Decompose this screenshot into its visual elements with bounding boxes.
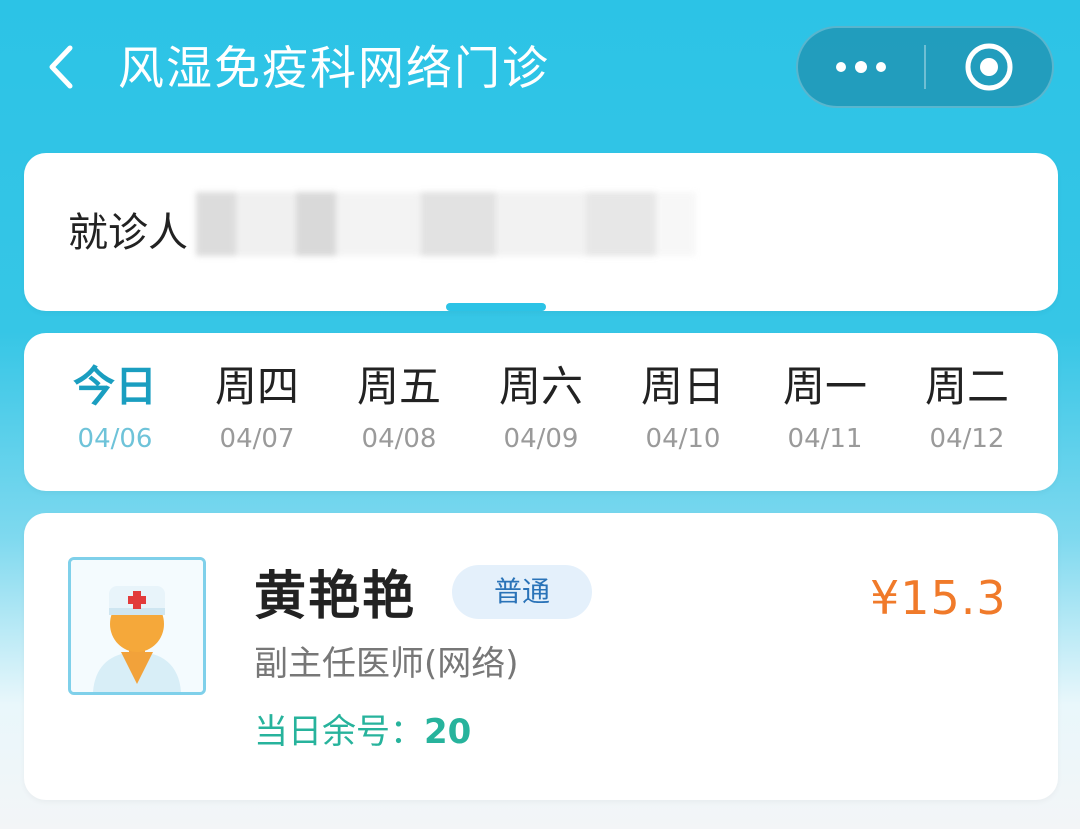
page-title: 风湿免疫科网络门诊 <box>118 41 550 95</box>
date-tab-tue[interactable]: 周二 04/12 <box>902 361 1032 459</box>
date-tab-date: 04/10 <box>645 424 721 454</box>
registration-type-badge: 普通 <box>452 565 592 619</box>
date-tab-day: 今日 <box>72 362 157 411</box>
date-tab-day: 周二 <box>924 362 1009 411</box>
date-tab-date: 04/09 <box>503 424 579 454</box>
date-tab-date: 04/12 <box>929 424 1005 454</box>
target-circle-icon <box>965 43 1013 91</box>
date-tab-sun[interactable]: 周日 04/10 <box>618 361 748 459</box>
mini-program-capsule <box>796 26 1054 108</box>
date-tab-day: 周日 <box>640 362 725 411</box>
date-tab-day: 周四 <box>214 362 299 411</box>
doctor-name: 黄艳艳 <box>254 567 417 627</box>
patient-label: 就诊人 <box>68 210 188 256</box>
doctor-avatar-icon <box>68 557 206 695</box>
patient-card-indicator <box>446 303 546 311</box>
date-selector: 今日 04/06 周四 04/07 周五 04/08 周六 04/09 周日 0… <box>24 333 1058 491</box>
remaining-slots: 当日余号：20 <box>254 709 471 755</box>
date-tab-mon[interactable]: 周一 04/11 <box>760 361 890 459</box>
date-tab-fri[interactable]: 周五 04/08 <box>334 361 464 459</box>
remaining-count: 20 <box>424 712 472 752</box>
date-tab-sat[interactable]: 周六 04/09 <box>476 361 606 459</box>
date-tab-day: 周五 <box>356 362 441 411</box>
doctor-card[interactable]: 黄艳艳 普通 ¥15.3 副主任医师(网络) 当日余号：20 <box>24 513 1058 800</box>
patient-name-redacted <box>196 192 696 256</box>
more-button[interactable] <box>798 28 924 106</box>
more-dots-icon <box>836 61 886 73</box>
chevron-left-icon <box>49 45 73 89</box>
date-tab-date: 04/07 <box>219 424 295 454</box>
date-tab-date: 04/06 <box>77 424 153 454</box>
date-tab-day: 周一 <box>782 362 867 411</box>
close-button[interactable] <box>926 28 1052 106</box>
date-tab-date: 04/08 <box>361 424 437 454</box>
date-tab-day: 周六 <box>498 362 583 411</box>
navigation-bar: 风湿免疫科网络门诊 <box>0 0 1080 140</box>
remaining-label: 当日余号： <box>254 712 424 752</box>
date-tab-thu[interactable]: 周四 04/07 <box>192 361 322 459</box>
date-tab-date: 04/11 <box>787 424 863 454</box>
consultation-price: ¥15.3 <box>870 571 1007 625</box>
doctor-title: 副主任医师(网络) <box>254 644 519 684</box>
date-tab-today[interactable]: 今日 04/06 <box>50 361 180 459</box>
back-button[interactable] <box>36 42 86 92</box>
